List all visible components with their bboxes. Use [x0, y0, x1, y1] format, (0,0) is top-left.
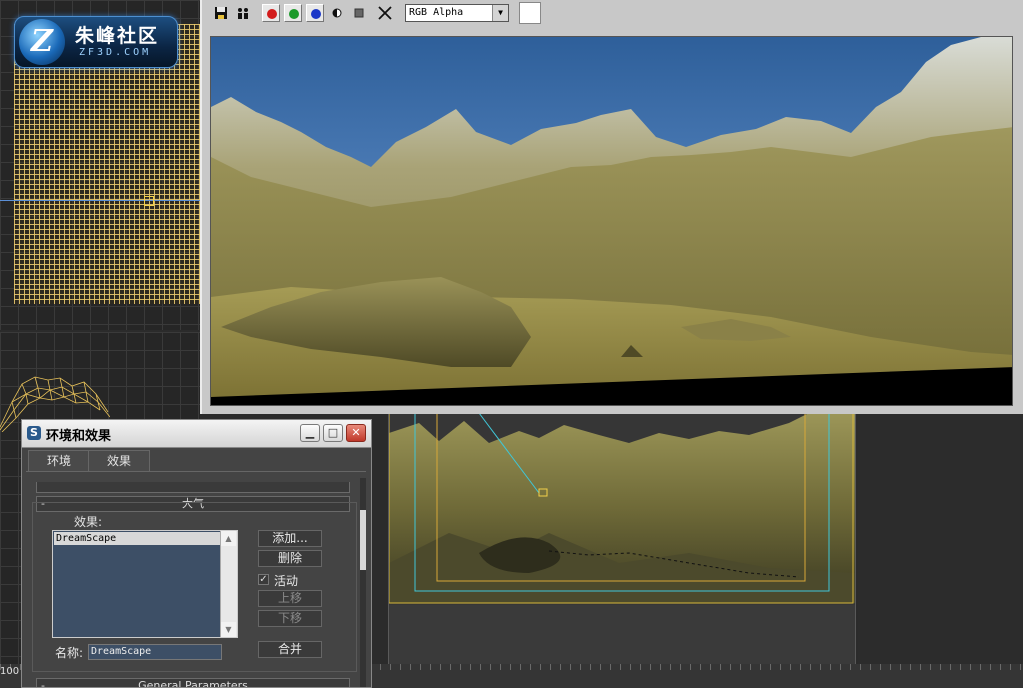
rendered-mountain-landscape: [211, 37, 1012, 405]
save-image-button[interactable]: [212, 4, 230, 22]
green-channel-button[interactable]: [284, 4, 302, 22]
rendered-image: [210, 36, 1013, 406]
scroll-up-icon[interactable]: ▲: [221, 531, 236, 546]
general-parameters-rollout-header[interactable]: - General Parameters: [36, 678, 350, 688]
two-people-icon: [238, 8, 248, 19]
camera-target-gizmo[interactable]: [144, 196, 154, 206]
merge-button[interactable]: 合并: [258, 641, 322, 658]
red-channel-button[interactable]: [262, 4, 280, 22]
blue-dot-icon: [311, 9, 321, 19]
logo-title: 朱峰社区: [75, 25, 160, 47]
general-parameters-title: General Parameters: [138, 679, 248, 688]
x-icon: [378, 6, 392, 20]
blue-channel-button[interactable]: [306, 4, 324, 22]
clear-button[interactable]: [376, 4, 394, 22]
display-channel-select[interactable]: RGB Alpha ▼: [405, 4, 509, 22]
channel-select-value: RGB Alpha: [409, 7, 464, 18]
tab-divider: [26, 471, 366, 472]
active-label: 活动: [274, 574, 299, 588]
delete-button[interactable]: 删除: [258, 550, 322, 567]
logo-subtitle: ZF3D.COM: [79, 47, 152, 58]
axis-line: [0, 200, 200, 201]
rollout-top-edge: [36, 482, 350, 493]
dialog-scrollbar-thumb[interactable]: [360, 510, 366, 570]
half-circle-icon: [332, 8, 342, 18]
logo-z-icon: Z: [19, 19, 65, 65]
perspective-terrain-render: [389, 413, 855, 665]
alpha-channel-button[interactable]: [328, 4, 346, 22]
list-scrollbar[interactable]: ▲ ▼: [220, 531, 237, 637]
viewport-perspective[interactable]: [388, 412, 856, 666]
close-icon: ✕: [351, 426, 361, 439]
dialog-title: 环境和效果: [46, 429, 112, 444]
chevron-down-icon[interactable]: ▼: [492, 5, 508, 21]
move-up-button[interactable]: 上移: [258, 590, 322, 607]
color-swatch[interactable]: [519, 2, 541, 24]
render-frame-window[interactable]: RGB Alpha ▼: [200, 0, 1023, 414]
move-down-button[interactable]: 下移: [258, 610, 322, 627]
tab-effects[interactable]: 效果: [88, 450, 150, 471]
name-input[interactable]: DreamScape: [88, 644, 222, 660]
scroll-down-icon[interactable]: ▼: [221, 622, 236, 637]
close-button[interactable]: ✕: [346, 424, 366, 442]
app-logo-icon: S: [27, 426, 41, 440]
minimize-icon: ▁: [305, 426, 315, 439]
name-label: 名称:: [55, 646, 84, 660]
maximize-button[interactable]: □: [323, 424, 343, 442]
green-dot-icon: [289, 9, 299, 19]
red-dot-icon: [267, 9, 277, 19]
active-checkbox[interactable]: ✓: [258, 574, 269, 585]
clone-frame-button[interactable]: [234, 4, 252, 22]
list-item[interactable]: DreamScape: [54, 532, 220, 545]
minimize-button[interactable]: ▁: [300, 424, 320, 442]
environment-effects-dialog[interactable]: S 环境和效果 ▁ □ ✕ 环境 效果 - 大气 效果: DreamScape …: [21, 419, 372, 688]
add-button[interactable]: 添加...: [258, 530, 322, 547]
floppy-disk-icon: [215, 7, 227, 19]
viewport-background: [858, 412, 1023, 664]
effects-list[interactable]: DreamScape ▲ ▼: [52, 530, 238, 638]
tab-environment[interactable]: 环境: [28, 450, 90, 471]
dialog-titlebar[interactable]: S 环境和效果 ▁ □ ✕: [22, 420, 371, 448]
dialog-tabs: 环境 效果: [26, 450, 366, 472]
gray-square-icon: [354, 8, 364, 18]
site-logo: Z 朱峰社区 ZF3D.COM: [14, 16, 178, 68]
maximize-icon: □: [327, 426, 339, 439]
render-toolbar: RGB Alpha ▼: [202, 0, 1023, 26]
ruler-tick-label: 100: [0, 666, 20, 677]
effects-label: 效果:: [74, 515, 103, 529]
monochrome-button[interactable]: [350, 4, 368, 22]
